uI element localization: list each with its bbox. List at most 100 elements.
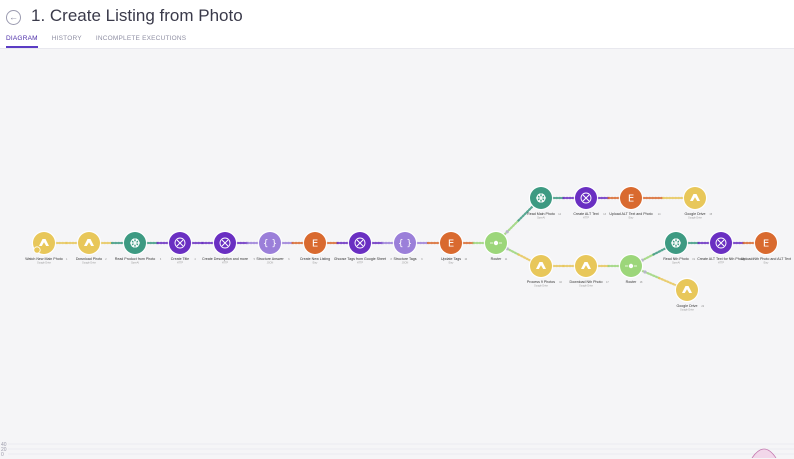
node-label: Choose Tags from Google Sheet	[334, 257, 386, 261]
node-count-badge: 12	[558, 213, 561, 216]
bottom-ruler: 40 20 0	[0, 442, 794, 458]
node-count-badge: 9	[421, 258, 423, 261]
node-label: Create Title	[171, 257, 189, 261]
etsy-icon: E	[628, 194, 634, 205]
module-watch-new-main-photo[interactable]: Watch New Main Photo 1 Google Drive	[25, 230, 68, 265]
module-download-photo[interactable]: Download Photo 2 Google Drive	[76, 230, 107, 265]
json-icon: { }	[263, 239, 277, 249]
node-count-badge: 19	[692, 258, 695, 261]
svg-text:E: E	[448, 239, 454, 250]
module-choose-tags-from-google-sheet[interactable]: Choose Tags from Google Sheet 8 HTTP	[334, 230, 393, 265]
etsy-icon: E	[448, 239, 454, 250]
node-count-badge: 6	[288, 258, 290, 261]
module-read-main-photo[interactable]: Read Main Photo 12 OpenAI	[527, 185, 562, 220]
tab-history[interactable]: HISTORY	[52, 35, 82, 48]
node-label: Router	[626, 280, 638, 284]
module-google-drive[interactable]: Google Drive 22Google Drive	[674, 277, 705, 312]
module-create-title[interactable]: Create Title 4 HTTP	[167, 230, 197, 265]
node-app-name: JSON	[402, 262, 409, 265]
node-count-badge: 22	[701, 305, 704, 308]
node-app-name: Google Drive	[579, 285, 594, 288]
node-count-badge: 14	[658, 213, 661, 216]
tab-incomplete-executions[interactable]: INCOMPLETE EXECUTIONS	[96, 35, 187, 48]
module-upload-alt-text-and-photo[interactable]: E Upload ALT Text and Photo 14 Etsy	[609, 185, 661, 220]
module-create-description-and-more[interactable]: Create Description and more 5HTTP	[202, 230, 256, 265]
node-app-name: OpenAI	[131, 262, 139, 265]
module-read-nth-photo[interactable]: Read Nth Photo 19 OpenAI	[663, 230, 696, 265]
node-count-badge: 1	[66, 258, 68, 261]
node-app-name: Etsy	[629, 217, 634, 220]
node-circle[interactable]	[665, 232, 687, 254]
node-label: Router	[491, 257, 503, 261]
node-count-badge: 2	[105, 258, 107, 261]
node-app-name: OpenAI	[672, 262, 680, 265]
module-update-tags[interactable]: E Update Tags 10 Etsy	[438, 230, 468, 265]
module-process-9-photos[interactable]: Process 9 Photos 16 Google Drive	[527, 253, 563, 288]
module-router[interactable]: Router 18	[618, 253, 644, 284]
svg-text:E: E	[628, 194, 634, 205]
module-router[interactable]: Router 11	[483, 230, 509, 261]
node-count-badge: 10	[464, 258, 467, 261]
node-label: Watch New Main Photo	[25, 257, 62, 261]
node-label: Google Drive	[685, 212, 706, 216]
node-label: Structure Tags	[393, 257, 416, 261]
node-label: Update Tags	[441, 257, 461, 261]
back-arrow-icon[interactable]: ←	[6, 10, 21, 25]
module-structure-answer[interactable]: { } Structure Answer 6 JSON	[256, 230, 290, 265]
node-label: Read Nth Photo	[663, 257, 689, 261]
node-app-name: HTTP	[718, 262, 725, 265]
node-circle[interactable]	[676, 279, 698, 301]
node-app-name: Google Drive	[688, 217, 703, 220]
node-app-name: Etsy	[449, 262, 454, 265]
module-nodes: Watch New Main Photo 1Google DriveDownloa…	[25, 185, 794, 312]
node-count-badge: 4	[194, 258, 196, 261]
node-label: Create ALT Text	[573, 212, 598, 216]
tab-diagram[interactable]: DIAGRAM	[6, 35, 38, 48]
filter-icon[interactable]	[505, 230, 509, 234]
node-app-name: OpenAI	[537, 217, 545, 220]
node-circle[interactable]	[530, 255, 552, 277]
node-label: Structure Answer	[256, 257, 284, 261]
node-app-name: HTTP	[177, 262, 184, 265]
node-app-name: HTTP	[357, 262, 364, 265]
node-app-name: Google Drive	[680, 309, 695, 312]
module-read-product-from-photo[interactable]: Read Product from Photo 3 OpenAI	[115, 230, 162, 265]
svg-text:{ }: { }	[398, 239, 412, 249]
etsy-icon: E	[763, 239, 769, 250]
svg-text:{ }: { }	[263, 239, 277, 249]
node-circle[interactable]	[684, 187, 706, 209]
node-app-name: Google Drive	[37, 262, 52, 265]
node-app-name: JSON	[267, 262, 274, 265]
node-label: Process 9 Photos	[527, 280, 555, 284]
etsy-icon: E	[312, 239, 318, 250]
node-circle[interactable]	[575, 255, 597, 277]
node-label: Download Nth Photo	[570, 280, 603, 284]
node-count-badge: 13	[603, 213, 606, 216]
svg-text:E: E	[312, 239, 318, 250]
node-count-badge: 18	[640, 281, 643, 284]
module-download-nth-photo[interactable]: Download Nth Photo 17 Google Drive	[570, 253, 610, 288]
svg-text:E: E	[763, 239, 769, 250]
top-bar: ← 1. Create Listing from Photo DIAGRAM H…	[0, 0, 794, 48]
module-upload-nth-photo-and-alt-text[interactable]: EUpload Nth Photo and ALT Text21Etsy	[741, 230, 794, 265]
node-label: Download Photo	[76, 257, 102, 261]
node-label: Create New Listing	[300, 257, 330, 261]
filter-icon[interactable]	[643, 270, 647, 274]
module-google-drive[interactable]: Google Drive 15Google Drive	[682, 185, 713, 220]
node-circle[interactable]	[530, 187, 552, 209]
module-create-new-listing[interactable]: ECreate New Listing 7Etsy	[300, 230, 337, 265]
module-structure-tags[interactable]: { } Structure Tags 9 JSON	[392, 230, 424, 265]
node-label: Upload ALT Text and Photo	[609, 212, 652, 216]
node-count-badge: 3	[160, 258, 162, 261]
node-count-badge: 15	[709, 213, 712, 216]
node-count-badge: 17	[606, 281, 609, 284]
ruler-graph	[8, 443, 794, 458]
module-create-alt-text[interactable]: Create ALT Text 13 HTTP	[573, 185, 607, 220]
node-app-name: Etsy	[764, 262, 769, 265]
scenario-canvas[interactable]: Watch New Main Photo 1 Google Drive Downloa…	[0, 48, 794, 459]
node-circle[interactable]	[124, 232, 146, 254]
node-circle[interactable]	[78, 232, 100, 254]
node-count-badge: 11	[505, 258, 508, 261]
schedule-clock-icon[interactable]	[33, 246, 41, 254]
page-title: 1. Create Listing from Photo	[31, 6, 243, 25]
